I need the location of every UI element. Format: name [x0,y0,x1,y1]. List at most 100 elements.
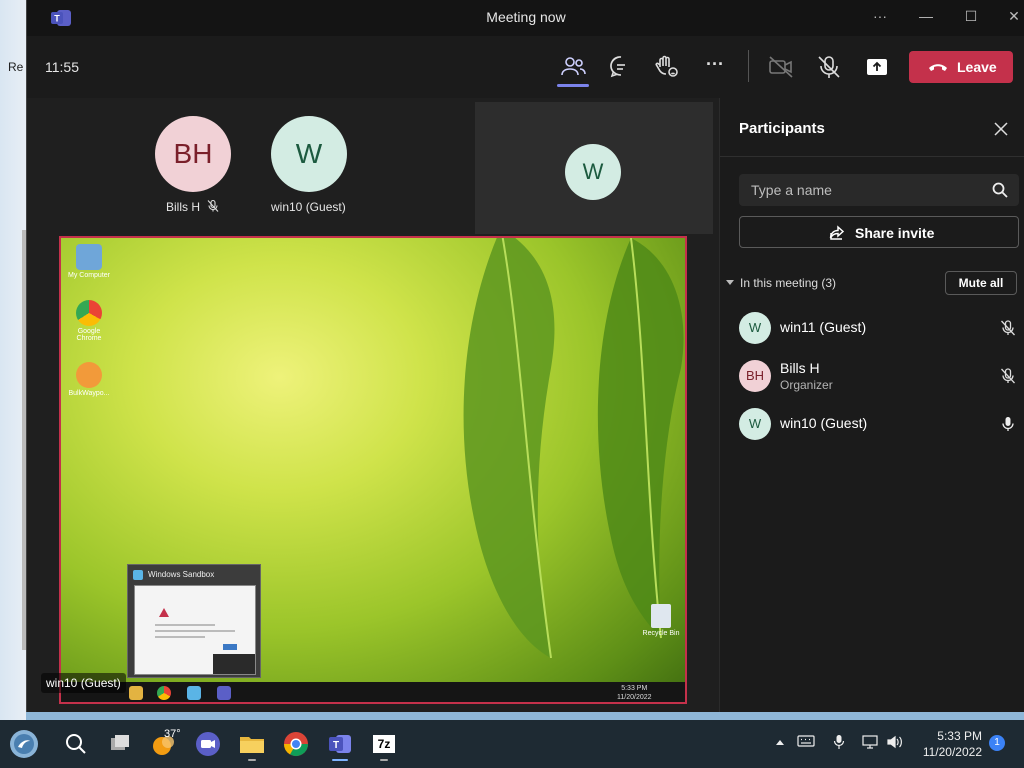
chevron-up-icon [776,740,784,745]
maximize-button[interactable]: ☐ [956,8,986,28]
thumbnail-line [155,636,205,638]
windows-taskbar: 37° T 7z 5:33 PM 11/20/2022 1 [0,720,1024,768]
start-button[interactable] [8,728,40,760]
show-hidden-icons-button[interactable] [776,734,784,748]
remote-clock: 5:33 PM 11/20/2022 [617,684,652,702]
notification-badge[interactable]: 1 [989,735,1005,751]
sandbox-preview-popup[interactable]: Windows Sandbox [127,564,261,678]
participant-row[interactable]: W win11 (Guest) [720,304,1024,352]
close-window-button[interactable]: ✕ [999,8,1024,28]
keyboard-icon[interactable] [797,734,815,748]
search-input[interactable] [739,174,983,206]
recycle-bin-icon [651,604,671,628]
desktop-icon-chrome[interactable]: Google Chrome [67,300,111,342]
running-indicator [380,759,388,761]
search-icon[interactable] [991,181,1009,199]
weather-temp: 37° [164,728,181,740]
share-invite-button[interactable]: Share invite [739,216,1019,248]
participant-name: win10 (Guest) [780,415,868,431]
more-label: ··· [706,54,724,74]
in-meeting-section-header[interactable]: In this meeting (3) [726,276,836,290]
file-explorer-button[interactable] [236,728,268,761]
taskbar-clock[interactable]: 5:33 PM 11/20/2022 [920,728,982,760]
participant-row[interactable]: W win10 (Guest) [720,400,1024,448]
desktop-icon-label: Recycle Bin [642,630,680,637]
shared-screen[interactable]: My Computer Google Chrome BulkWaypo... R… [59,236,687,704]
avatar-win10-guest[interactable]: W [271,116,347,192]
share-icon [829,225,845,240]
more-actions-button[interactable]: ··· [701,54,729,80]
remote-taskbar: 5:33 PM 11/20/2022 [61,682,685,702]
desktop-icon-bulkwaypoint[interactable]: BulkWaypo... [67,362,111,397]
participant-row[interactable]: BH Bills H Organizer [720,352,1024,400]
camera-button[interactable] [767,54,795,80]
chrome-button[interactable] [280,728,312,760]
panel-divider [720,156,1024,157]
thumbnail-button [223,644,237,650]
section-label: In this meeting (3) [740,276,837,290]
toolbar-divider [748,50,749,82]
share-screen-button[interactable] [863,54,891,80]
seven-zip-button[interactable]: 7z [368,728,400,761]
avatar-bills-h[interactable]: BH [155,116,231,192]
task-view-button[interactable] [104,728,136,760]
avatar: BH [739,360,771,392]
video-app-icon [196,732,220,756]
app-icon [76,362,102,388]
background-window-text: Re [8,60,24,74]
participant-video-tile[interactable]: W [475,102,713,234]
share-tray-icon [867,59,887,75]
close-icon[interactable] [992,120,1010,138]
thumbnail-line [155,624,215,626]
chat-icon [610,56,625,78]
mute-all-button[interactable]: Mute all [945,271,1017,295]
teams-taskbar-button[interactable]: T [324,728,356,761]
meeting-stage: BH Bills H W win10 (Guest) W My Computer [27,98,719,712]
desktop-icon-label: Google Chrome [76,328,102,342]
clock-time: 5:33 PM [937,729,982,743]
avatar: W [739,408,771,440]
microphone-button[interactable] [815,54,843,80]
raise-hand-icon [655,55,678,77]
mic-off-icon [207,199,219,212]
thumbnail-dark-panel [213,654,255,674]
leave-button[interactable]: Leave [909,51,1013,83]
file-explorer-icon[interactable] [129,686,143,700]
mic-on-icon [1002,417,1014,431]
weather-widget[interactable]: 37° [148,728,181,760]
raise-hand-button[interactable] [653,54,681,80]
active-tab-indicator [557,84,589,87]
desktop-icon-my-computer[interactable]: My Computer [67,244,111,279]
desktop-icon-label: BulkWaypo... [68,390,110,397]
sandbox-thumbnail [134,585,256,675]
avatar: W [739,312,771,344]
volume-icon[interactable] [886,734,904,750]
seven-zip-icon: 7z [373,735,395,753]
share-invite-label: Share invite [855,225,935,241]
minimize-button[interactable]: — [911,8,941,28]
thumbnail-line [155,630,235,632]
mic-off-icon [818,56,840,78]
sandbox-icon[interactable] [187,686,201,700]
mic-off-icon [1001,368,1015,384]
microphone-in-use-icon[interactable] [833,734,845,750]
people-button[interactable] [559,54,587,80]
zoom-button[interactable] [192,728,224,760]
active-indicator [332,759,348,761]
desktop-icon-recycle-bin[interactable]: Recycle Bin [639,604,683,637]
mic-off-icon [1001,320,1015,336]
running-indicator [248,759,256,761]
remote-clock-date: 11/20/2022 [617,694,652,701]
search-button[interactable] [60,728,92,760]
participant-name: Bills H [780,360,820,376]
window-more-button[interactable]: ··· [865,8,895,28]
computer-icon [76,244,102,270]
background-window: Re [0,0,26,720]
chrome-icon[interactable] [157,686,171,700]
teams-icon[interactable] [217,686,231,700]
chat-button[interactable] [607,54,635,80]
chrome-icon [76,300,102,326]
participant-name-win10: win10 (Guest) [271,200,346,214]
people-icon [561,57,586,76]
network-icon[interactable] [862,734,880,750]
